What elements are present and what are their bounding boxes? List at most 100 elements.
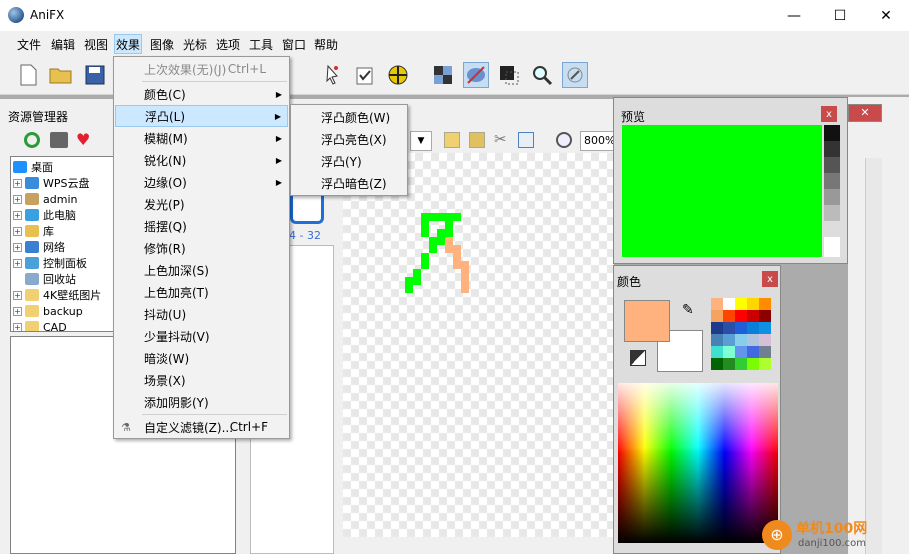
palette-swatch[interactable] — [723, 322, 735, 334]
frame-thumbnail[interactable] — [290, 196, 324, 224]
tree-item[interactable]: +4K壁纸图片 — [13, 287, 101, 303]
tree-item[interactable]: + 控制面板 — [13, 255, 87, 271]
tree-item[interactable]: + backup — [13, 303, 83, 319]
open-folder-icon[interactable] — [48, 62, 74, 88]
tree-item[interactable]: 回收站 — [25, 271, 76, 287]
gray-palette[interactable] — [824, 125, 840, 257]
save-icon[interactable] — [82, 62, 108, 88]
expand-icon[interactable]: + — [13, 210, 22, 220]
palette-swatch[interactable] — [711, 358, 723, 370]
menu-item-decorate[interactable]: 修饰(R) — [115, 237, 288, 259]
palette-swatch[interactable] — [747, 322, 759, 334]
palette-swatch[interactable] — [711, 310, 723, 322]
submenu-item-emboss-dark[interactable]: 浮凸暗色(Z) — [292, 172, 406, 194]
test-cursor-icon[interactable] — [562, 62, 588, 88]
submenu-item-emboss-light[interactable]: 浮凸亮色(X) — [292, 128, 406, 150]
drawing-canvas[interactable] — [343, 153, 613, 537]
gray-swatch[interactable] — [824, 221, 840, 237]
star-frame-icon[interactable] — [444, 132, 460, 148]
expand-icon[interactable]: + — [13, 322, 22, 331]
menu-tools[interactable]: 工具 — [248, 36, 274, 53]
menu-view[interactable]: 视图 — [83, 36, 109, 53]
tree-item[interactable]: + admin — [13, 191, 77, 207]
palette-swatch[interactable] — [759, 298, 771, 310]
gray-swatch[interactable] — [824, 157, 840, 173]
menu-file[interactable]: 文件 — [16, 36, 42, 53]
gray-swatch[interactable] — [824, 125, 840, 141]
expand-icon[interactable]: + — [13, 178, 22, 188]
close-button[interactable]: ✕ — [863, 0, 909, 31]
frame-add-icon[interactable] — [469, 132, 485, 148]
cut-icon[interactable]: ✂ — [494, 130, 507, 148]
expand-icon[interactable]: + — [13, 306, 22, 316]
color-palette[interactable] — [711, 298, 773, 372]
menu-item-dim[interactable]: 暗淡(W) — [115, 347, 288, 369]
menu-options[interactable]: 选项 — [215, 36, 241, 53]
palette-swatch[interactable] — [735, 346, 747, 358]
menu-cursor[interactable]: 光标 — [182, 36, 208, 53]
palette-swatch[interactable] — [711, 298, 723, 310]
zoom-level-field[interactable]: 800% — [580, 131, 616, 151]
menu-item-custom-filter[interactable]: ⚗ 自定义滤镜(Z)... Ctrl+F — [115, 416, 288, 438]
palette-swatch[interactable] — [747, 358, 759, 370]
palette-swatch[interactable] — [759, 346, 771, 358]
expand-icon[interactable]: + — [13, 258, 22, 268]
expand-icon[interactable]: + — [13, 194, 22, 204]
gray-swatch[interactable] — [824, 237, 840, 257]
hotspot-icon[interactable] — [385, 62, 411, 88]
gray-swatch[interactable] — [824, 141, 840, 157]
preview-close-icon[interactable]: x — [821, 106, 837, 122]
checkbox-tool-icon[interactable] — [352, 62, 378, 88]
zoom-icon[interactable] — [529, 62, 555, 88]
tree-item[interactable]: + WPS云盘 — [13, 175, 90, 191]
palette-swatch[interactable] — [735, 322, 747, 334]
menu-item-jitter[interactable]: 抖动(U) — [115, 303, 288, 325]
palette-swatch[interactable] — [735, 358, 747, 370]
menu-edit[interactable]: 编辑 — [50, 36, 76, 53]
checker-image-icon[interactable] — [430, 62, 456, 88]
palette-swatch[interactable] — [723, 334, 735, 346]
tree-item[interactable]: + 库 — [13, 223, 54, 239]
menu-window[interactable]: 窗口 — [281, 36, 307, 53]
palette-swatch[interactable] — [723, 358, 735, 370]
menu-item-dodge[interactable]: 上色加亮(T) — [115, 281, 288, 303]
favorite-heart-icon[interactable]: ♥ — [76, 130, 90, 149]
palette-swatch[interactable] — [711, 322, 723, 334]
dock-close-icon[interactable]: ✕ — [848, 104, 882, 122]
tree-item[interactable]: 桌面 — [13, 159, 53, 175]
tree-item[interactable]: + 此电脑 — [13, 207, 76, 223]
minimize-button[interactable]: — — [771, 0, 817, 31]
menu-item-emboss[interactable]: 浮凸(L) ▶ — [115, 105, 288, 127]
invert-icon[interactable] — [496, 62, 522, 88]
gray-swatch[interactable] — [824, 189, 840, 205]
menu-item-drop-shadow[interactable]: 添加阴影(Y) — [115, 391, 288, 413]
palette-swatch[interactable] — [735, 334, 747, 346]
submenu-item-emboss[interactable]: 浮凸(Y) — [292, 150, 406, 172]
transparency-icon[interactable] — [463, 62, 489, 88]
palette-swatch[interactable] — [723, 310, 735, 322]
menu-help[interactable]: 帮助 — [313, 36, 339, 53]
vertical-scrollbar[interactable] — [865, 158, 882, 554]
menu-item-blur[interactable]: 模糊(M) ▶ — [115, 127, 288, 149]
palette-swatch[interactable] — [759, 358, 771, 370]
maximize-button[interactable]: ☐ — [817, 0, 863, 31]
palette-swatch[interactable] — [723, 298, 735, 310]
pointer-tool-icon[interactable] — [320, 62, 346, 88]
menu-item-sharpen[interactable]: 锐化(N) ▶ — [115, 149, 288, 171]
menu-item-color[interactable]: 颜色(C) ▶ — [115, 83, 288, 105]
menu-item-scene[interactable]: 场景(X) — [115, 369, 288, 391]
import-icon[interactable] — [518, 132, 534, 148]
palette-swatch[interactable] — [759, 310, 771, 322]
expand-icon[interactable]: + — [13, 242, 22, 252]
palette-swatch[interactable] — [735, 298, 747, 310]
menu-image[interactable]: 图像 — [149, 36, 175, 53]
expand-icon[interactable]: + — [13, 226, 22, 236]
zoom-out-icon[interactable] — [556, 132, 572, 148]
primary-color-swatch[interactable] — [624, 300, 670, 342]
tree-item[interactable]: + CAD — [13, 319, 67, 331]
dropdown-arrow-icon[interactable]: ▼ — [410, 131, 432, 151]
palette-swatch[interactable] — [747, 310, 759, 322]
menu-item-last-effect[interactable]: 上次效果(无)(J) Ctrl+L — [115, 58, 288, 80]
color-close-icon[interactable]: x — [762, 271, 778, 287]
palette-swatch[interactable] — [723, 346, 735, 358]
